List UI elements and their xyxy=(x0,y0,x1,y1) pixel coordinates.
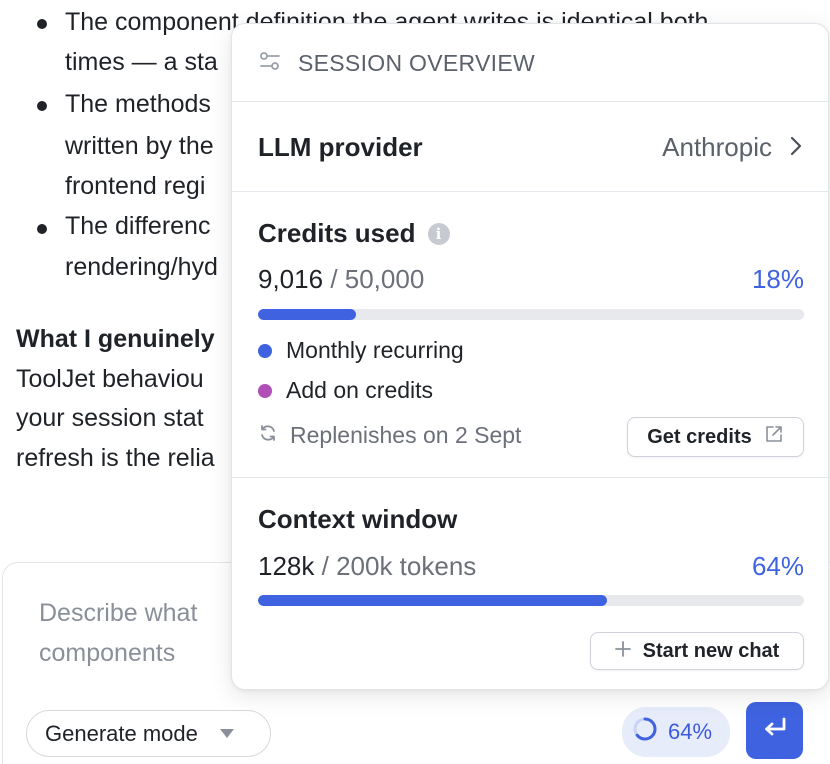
paragraph-text: ToolJet behaviou xyxy=(16,365,204,393)
caret-down-icon xyxy=(219,729,234,738)
start-new-chat-label: Start new chat xyxy=(642,639,780,662)
popover-title: SESSION OVERVIEW xyxy=(298,49,535,76)
paragraph-text: refresh is the relia xyxy=(16,444,215,472)
divider xyxy=(232,477,828,478)
list-item-text: The differenc xyxy=(65,212,211,240)
credits-used-value: 9,016 xyxy=(258,264,324,294)
divider xyxy=(232,191,828,192)
get-credits-label: Get credits xyxy=(647,425,752,448)
context-title: Context window xyxy=(258,504,458,534)
progress-ring-icon xyxy=(632,716,658,748)
paragraph-text: your session stat xyxy=(16,404,204,432)
plus-icon xyxy=(614,640,631,663)
info-icon[interactable]: i xyxy=(427,222,450,245)
list-item-text: written by the xyxy=(65,132,214,160)
list-item-text: times — a sta xyxy=(65,48,218,76)
context-usage-row: 128k / 200k tokens 64% xyxy=(258,551,804,582)
context-usage-pill[interactable]: 64% xyxy=(622,707,730,757)
context-progress-fill xyxy=(258,595,608,606)
llm-provider-row[interactable]: LLM provider Anthropic xyxy=(232,103,828,191)
credits-percent: 18% xyxy=(751,264,804,294)
mode-select[interactable]: Generate mode xyxy=(26,710,271,757)
credits-progress-fill xyxy=(258,309,357,320)
credits-progress-bar xyxy=(258,309,804,320)
get-credits-button[interactable]: Get credits xyxy=(627,417,804,457)
context-usage-pct: 64% xyxy=(668,719,713,744)
list-item-text: The methods xyxy=(65,90,211,118)
context-progress-bar xyxy=(258,595,804,606)
start-new-chat-button[interactable]: Start new chat xyxy=(590,632,804,670)
context-usage-text: 128k / 200k tokens xyxy=(258,551,476,582)
credits-usage-row: 9,016 / 50,000 18% xyxy=(258,264,804,295)
legend-dot xyxy=(258,343,272,358)
llm-provider-value[interactable]: Anthropic xyxy=(662,132,802,163)
replenish-info: Replenishes on 2 Sept xyxy=(258,422,521,449)
bullet-dot xyxy=(37,224,47,234)
chevron-right-icon xyxy=(790,132,802,163)
enter-icon xyxy=(761,716,789,745)
legend-item-addon: Add on credits xyxy=(258,377,433,404)
external-link-icon xyxy=(764,424,784,450)
legend-label: Monthly recurring xyxy=(286,337,464,363)
context-section-title: Context window xyxy=(258,504,457,535)
paragraph-heading: What I genuinely xyxy=(16,325,215,353)
credits-usage-text: 9,016 / 50,000 xyxy=(258,264,424,295)
context-total-value: / 200k tokens xyxy=(321,551,477,581)
popover-header: SESSION OVERVIEW xyxy=(232,24,828,102)
send-button[interactable] xyxy=(746,702,803,759)
session-overview-popover: SESSION OVERVIEW LLM provider Anthropic … xyxy=(231,23,829,690)
divider xyxy=(232,101,828,102)
list-item-text: rendering/hyd xyxy=(65,253,218,281)
context-percent: 64% xyxy=(751,551,804,581)
context-used-value: 128k xyxy=(258,551,315,581)
legend-label: Add on credits xyxy=(286,377,434,403)
legend-dot xyxy=(258,383,272,398)
credits-title: Credits used xyxy=(258,218,416,248)
replenish-text: Replenishes on 2 Sept xyxy=(290,422,522,448)
credits-section-title: Credits used i xyxy=(258,218,450,249)
credits-total-value: / 50,000 xyxy=(330,264,425,294)
refresh-icon xyxy=(258,422,278,449)
list-item-text: frontend regi xyxy=(65,172,206,200)
llm-provider-name: Anthropic xyxy=(662,131,772,162)
mode-select-label: Generate mode xyxy=(45,720,198,746)
legend-item-monthly: Monthly recurring xyxy=(258,337,464,364)
sliders-icon xyxy=(258,49,282,78)
llm-provider-label: LLM provider xyxy=(258,131,423,162)
bullet-dot xyxy=(37,19,47,29)
bullet-dot xyxy=(37,101,47,111)
